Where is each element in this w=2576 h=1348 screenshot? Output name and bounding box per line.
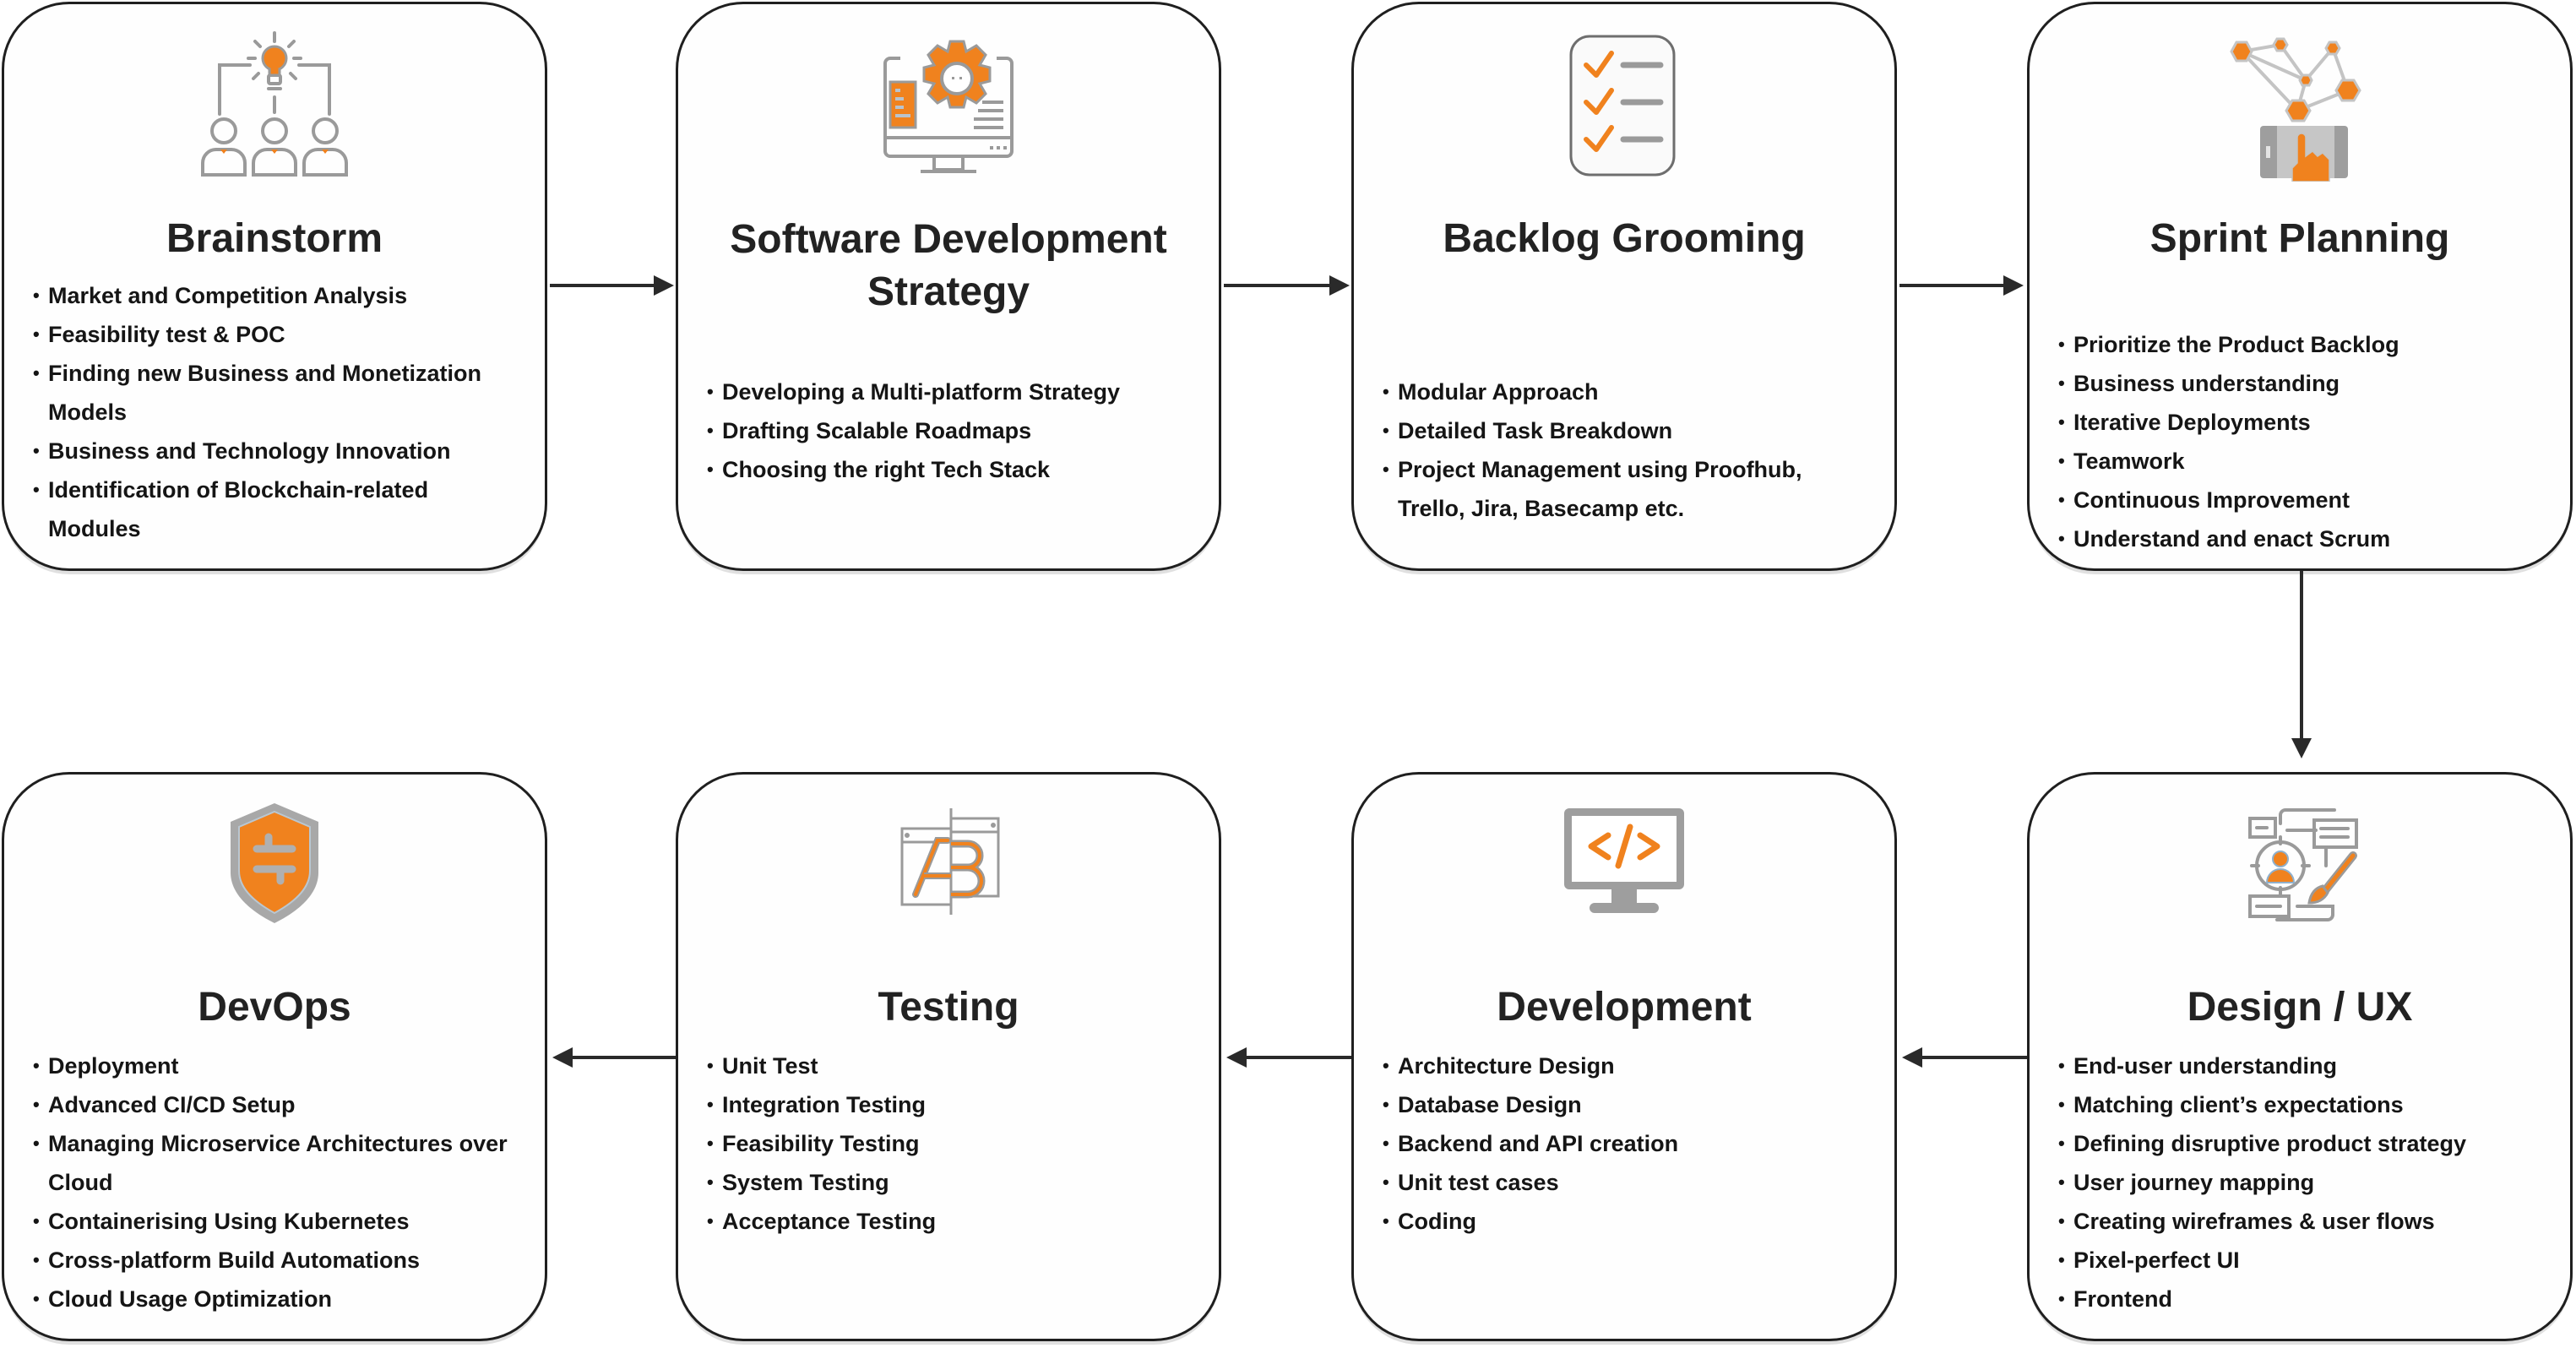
arrow-development-to-testing <box>1226 1047 1351 1068</box>
arrow-brainstorm-to-strategy <box>550 275 674 296</box>
flow-connectors <box>550 275 2312 1068</box>
arrow-sprint-to-design <box>2291 571 2312 758</box>
arrow-testing-to-devops <box>552 1047 676 1068</box>
arrow-design-to-development <box>1902 1047 2027 1068</box>
arrow-strategy-to-backlog <box>1224 275 1350 296</box>
arrow-backlog-to-sprint <box>1899 275 2024 296</box>
